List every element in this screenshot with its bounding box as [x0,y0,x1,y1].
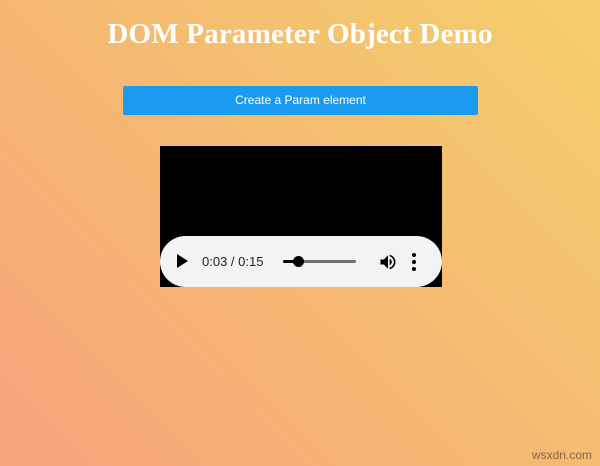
media-player: 0:03 / 0:15 [160,146,442,287]
watermark: wsxdn.com [531,448,592,462]
time-display: 0:03 / 0:15 [202,254,264,269]
seek-slider[interactable] [283,256,356,267]
play-icon[interactable] [177,254,188,268]
page-title: DOM Parameter Object Demo [107,18,493,50]
create-param-button[interactable]: Create a Param element [123,86,478,115]
volume-icon[interactable] [378,252,398,272]
audio-controls-bar: 0:03 / 0:15 [160,236,442,287]
more-vertical-icon[interactable] [410,252,418,272]
seek-thumb[interactable] [292,256,304,267]
